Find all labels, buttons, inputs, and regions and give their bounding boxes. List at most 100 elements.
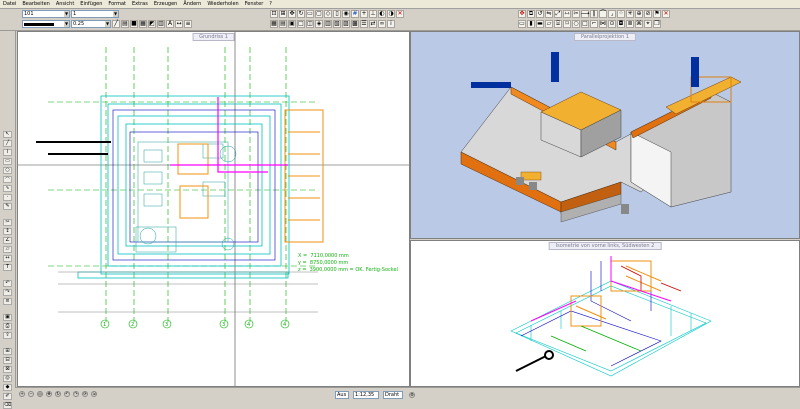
view-iso-icon[interactable]: ◇ [324, 10, 332, 18]
valve-icon[interactable]: ⋈ [599, 20, 607, 28]
linetype-combo[interactable]: ▼ [22, 20, 70, 28]
trim-left-icon[interactable]: ✂ [3, 219, 12, 226]
column-icon[interactable]: ▮ [527, 20, 535, 28]
redo-icon[interactable]: ↷ [3, 289, 12, 296]
parallel-projection-pane[interactable]: Parallelprojektion 1 [410, 31, 800, 239]
redraw-icon[interactable]: ↻ [297, 10, 305, 18]
draw-mode-field[interactable]: Draht [383, 391, 403, 399]
menu-datei[interactable]: Datei [0, 0, 19, 8]
camera-icon[interactable]: ◉ [342, 10, 350, 18]
text-tool-icon[interactable]: T [3, 264, 12, 271]
text-icon[interactable]: A [166, 20, 174, 28]
stair-icon[interactable]: ⌸ [554, 20, 562, 28]
break-icon[interactable]: ⊘ [644, 10, 652, 18]
wall-icon[interactable]: ▭ [518, 20, 526, 28]
brush-icon[interactable]: ✐ [3, 393, 12, 400]
chamfer-icon[interactable]: ⌟ [608, 10, 616, 18]
opening-icon[interactable]: ⌑ [563, 20, 571, 28]
stretch-icon[interactable]: ⇿ [563, 10, 571, 18]
menu-fenster[interactable]: Fenster [242, 0, 267, 8]
menu-ansicht[interactable]: Ansicht [53, 0, 77, 8]
pump-icon[interactable]: ⊙ [608, 20, 616, 28]
menu-wiederholen[interactable]: Wiederholen [204, 0, 241, 8]
hide-icon[interactable]: ◐ [378, 10, 386, 18]
move-icon[interactable]: ✥ [518, 10, 526, 18]
label-icon[interactable]: ⌖ [644, 20, 652, 28]
mirror-icon[interactable]: ⇋ [545, 10, 553, 18]
properties-icon[interactable]: ≡ [184, 20, 192, 28]
layer-toggle-icon[interactable]: ≡ [3, 298, 12, 305]
measure-icon[interactable]: ↕ [3, 228, 12, 235]
window-3d-icon[interactable]: ◈ [315, 20, 323, 28]
erase-icon[interactable]: ⌫ [3, 402, 12, 409]
view-front-icon[interactable]: ▭ [306, 10, 314, 18]
window-new-icon[interactable]: ◫ [306, 20, 314, 28]
select-icon[interactable]: ↖ [3, 131, 12, 138]
print-icon[interactable]: ⎙ [3, 323, 12, 330]
zoom-window-icon[interactable]: ⊡ [270, 10, 278, 18]
settings-icon[interactable]: ⚙ [409, 392, 415, 398]
window-cascade-icon[interactable]: ▣ [288, 20, 296, 28]
lock-icon[interactable]: ⊠ [3, 366, 12, 373]
isometric-view-pane[interactable]: Isometrie von vorne links, Südwesten 2 [410, 240, 800, 387]
area-icon[interactable]: ▱ [3, 246, 12, 253]
layer-icon[interactable]: ▥ [157, 20, 165, 28]
view-side-icon[interactable]: ▯ [333, 10, 341, 18]
zoom-out-icon[interactable]: − [28, 391, 34, 397]
menu-bearbeiten[interactable]: Bearbeiten [19, 0, 52, 8]
layer-combo[interactable]: 101 ▼ [22, 10, 70, 18]
color-picker-icon[interactable]: ◆ [3, 384, 12, 391]
export-icon[interactable]: ⇪ [3, 332, 12, 339]
group-icon[interactable]: ⊞ [3, 348, 12, 355]
color-icon[interactable]: ◩ [148, 20, 156, 28]
fill-icon[interactable]: ■ [130, 20, 138, 28]
line-icon[interactable]: ╱ [3, 140, 12, 147]
ungroup-icon[interactable]: ⊟ [3, 357, 12, 364]
menu-aendern[interactable]: Ändern [180, 0, 204, 8]
angle-icon[interactable]: ∠ [3, 237, 12, 244]
close-view-icon[interactable]: ✕ [396, 10, 404, 18]
window-plan-icon[interactable]: ▥ [324, 20, 332, 28]
window-link-icon[interactable]: ∞ [378, 20, 386, 28]
orbit-icon[interactable]: ↻ [55, 391, 61, 397]
pan-hand-icon[interactable]: ✥ [46, 391, 52, 397]
pencil-icon[interactable]: ✎ [3, 203, 12, 210]
delete-icon[interactable]: ✕ [662, 10, 670, 18]
slab-icon[interactable]: ▱ [545, 20, 553, 28]
mode-field[interactable]: Aus [335, 391, 349, 399]
pattern-icon[interactable]: ▦ [139, 20, 147, 28]
window-tile-icon[interactable]: ▤ [279, 20, 287, 28]
menu-format[interactable]: Format [105, 0, 129, 8]
tank-icon[interactable]: ◘ [617, 20, 625, 28]
snap-icon[interactable]: + [360, 10, 368, 18]
library-icon[interactable]: ❐ [653, 20, 661, 28]
hatch-icon[interactable]: ▤ [121, 20, 129, 28]
next-view-icon[interactable]: ↷ [73, 391, 79, 397]
visibility-icon[interactable]: ◎ [3, 375, 12, 382]
thickness-combo[interactable]: 0.25 ▼ [71, 20, 111, 28]
fitting-icon[interactable]: ⌐ [590, 20, 598, 28]
tray-icon[interactable]: ≣ [626, 20, 634, 28]
window-detail-icon[interactable]: ▩ [351, 20, 359, 28]
circle-icon[interactable]: ○ [3, 167, 12, 174]
save-icon[interactable]: ▣ [3, 314, 12, 321]
plan-view-pane[interactable]: Grundriss 1 1 2 3 3 4 4 X = 7110,0000 mm… [17, 31, 410, 387]
spline-icon[interactable]: ∿ [3, 185, 12, 192]
array-icon[interactable]: ⁘ [617, 10, 625, 18]
fillet-icon[interactable]: ⌒ [599, 10, 607, 18]
zoom-in-icon[interactable]: + [19, 391, 25, 397]
polyline-icon[interactable]: ⌇ [3, 149, 12, 156]
point-icon[interactable]: · [3, 194, 12, 201]
duct-icon[interactable]: □ [581, 20, 589, 28]
render-icon[interactable]: ◑ [387, 10, 395, 18]
zoom-all-icon[interactable]: ⊞ [279, 10, 287, 18]
copy-icon[interactable]: ⧉ [527, 10, 535, 18]
window-split-icon[interactable]: ▦ [270, 20, 278, 28]
rectangle-icon[interactable]: ▭ [3, 158, 12, 165]
trim-icon[interactable]: ✂ [572, 10, 580, 18]
regen-icon[interactable]: ⟳ [82, 391, 88, 397]
offset-icon[interactable]: ∥ [590, 10, 598, 18]
scale-icon[interactable]: ⤢ [554, 10, 562, 18]
zoom-fit-icon[interactable]: ◎ [37, 391, 43, 397]
menu-einfuegen[interactable]: Einfügen [77, 0, 105, 8]
